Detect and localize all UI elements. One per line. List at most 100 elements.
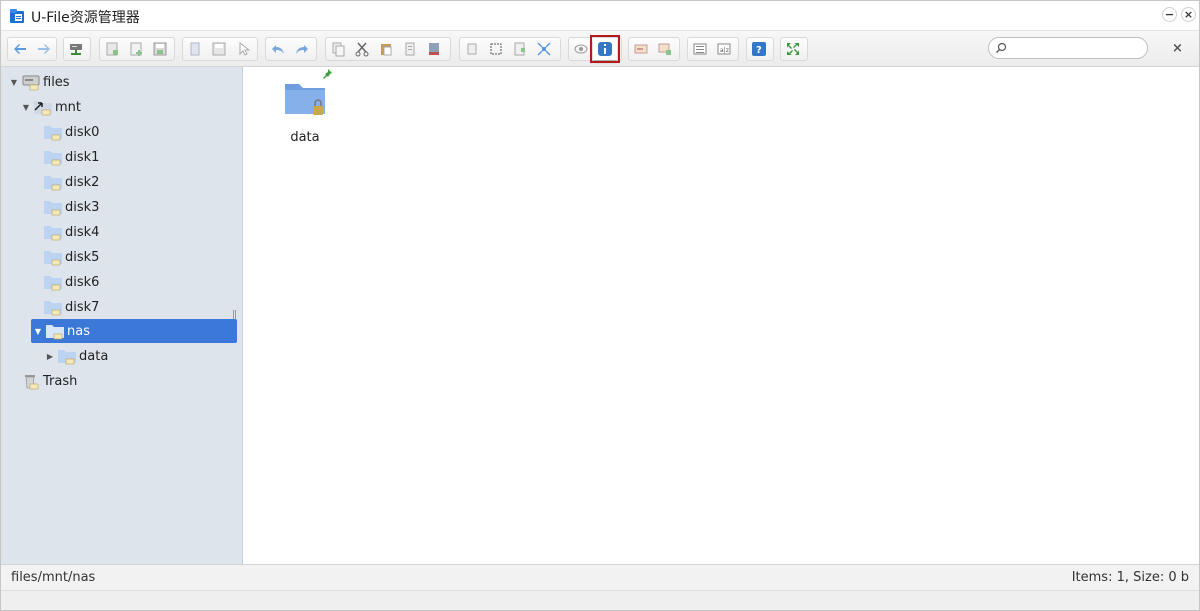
collapse-arrow-icon[interactable]: ▼ (33, 326, 43, 336)
select-button[interactable] (231, 38, 255, 60)
close-icon: × (1183, 8, 1194, 21)
delete-button[interactable] (422, 38, 446, 60)
tree-item-label: disk5 (65, 249, 100, 265)
deselect-button[interactable] (484, 38, 508, 60)
tree-item-disk3[interactable]: disk3 (43, 195, 99, 219)
cut-button[interactable] (350, 38, 374, 60)
paste-icon (381, 44, 392, 56)
app-icon (10, 9, 24, 23)
preview-button[interactable] (569, 38, 593, 60)
tree-item-disk2[interactable]: disk2 (43, 170, 99, 194)
select-all-button[interactable] (460, 38, 484, 60)
tree-item-disk1[interactable]: disk1 (43, 145, 99, 169)
expand-arrow-icon[interactable]: ▶ (45, 351, 55, 361)
collapse-arrow-icon[interactable]: ▼ (9, 77, 19, 87)
save-button[interactable] (148, 38, 172, 60)
fullscreen-group (780, 37, 808, 61)
redo-button[interactable] (290, 38, 314, 60)
undo-icon (272, 45, 284, 54)
search-box[interactable] (988, 37, 1148, 59)
info-button[interactable] (590, 35, 620, 63)
selection-group (459, 37, 561, 61)
tree-item-label: data (79, 348, 109, 364)
net-drive-icon (70, 44, 82, 55)
sort-button[interactable]: a|z (712, 38, 736, 60)
view-info-group (568, 35, 622, 63)
layout-group: a|z (687, 37, 739, 61)
open-button[interactable] (183, 38, 207, 60)
tree-item-files[interactable]: ▼ files (9, 70, 70, 94)
folder-icon (43, 198, 63, 216)
clear-search-icon[interactable]: × (1172, 41, 1183, 56)
tree-item-disk0[interactable]: disk0 (43, 120, 99, 144)
help-button[interactable]: ? (747, 38, 771, 60)
file-item[interactable]: data (278, 69, 332, 145)
save-icon (153, 42, 167, 56)
title-bar: U-File资源管理器 − × (1, 1, 1199, 31)
window-title: U-File资源管理器 (31, 10, 140, 26)
search-icon (996, 42, 1007, 53)
invert-icon (514, 42, 525, 56)
folder-icon (43, 273, 63, 291)
file-view: data (243, 67, 1199, 564)
search-input[interactable] (1009, 40, 1139, 56)
deselect-icon (490, 43, 502, 55)
list-view-button[interactable] (688, 38, 712, 60)
duplicate-icon (405, 42, 415, 56)
forward-button[interactable] (32, 38, 56, 60)
tree-item-data[interactable]: ▶ data (45, 344, 108, 368)
extract-button[interactable] (532, 38, 556, 60)
tree-item-trash[interactable]: Trash (21, 369, 77, 393)
tree-item-label: disk2 (65, 174, 100, 190)
paste-button[interactable] (374, 38, 398, 60)
tree-item-disk4[interactable]: disk4 (43, 220, 99, 244)
edit-icon (658, 43, 671, 55)
tree-item-label: Trash (43, 373, 78, 389)
tree-item-label: files (43, 74, 70, 90)
tree-item-nas[interactable]: ▼ nas (31, 319, 237, 343)
new-file-button[interactable] (124, 38, 148, 60)
back-button[interactable] (8, 38, 32, 60)
minimize-button[interactable]: − (1162, 7, 1177, 22)
trash-icon (21, 372, 41, 390)
fullscreen-icon (787, 43, 799, 55)
tree-item-label: disk0 (65, 124, 100, 140)
extract-icon (537, 42, 551, 56)
tree-item-label: disk6 (65, 274, 100, 290)
history-group (265, 37, 317, 61)
tree-item-mnt[interactable]: ▼ mnt (21, 95, 81, 119)
copy-button[interactable] (326, 38, 350, 60)
invert-button[interactable] (508, 38, 532, 60)
list-view-icon (693, 43, 707, 55)
help-group: ? (746, 37, 774, 61)
tree-item-label: mnt (55, 99, 81, 115)
status-info: Items: 1, Size: 0 b (1071, 570, 1189, 585)
net-drive-button[interactable] (64, 38, 88, 60)
folder-icon (43, 298, 63, 316)
folder-icon (43, 223, 63, 241)
open-icon (190, 42, 200, 56)
tree-item-label: disk3 (65, 199, 100, 215)
collapse-arrow-icon[interactable]: ▼ (21, 102, 31, 112)
rename-button[interactable] (629, 38, 653, 60)
save-as-button[interactable] (207, 38, 231, 60)
close-button[interactable]: × (1181, 7, 1196, 22)
tree-item-disk5[interactable]: disk5 (43, 245, 99, 269)
info-icon (598, 42, 612, 56)
new-folder-icon (106, 42, 118, 56)
edit-button[interactable] (653, 38, 677, 60)
undo-button[interactable] (266, 38, 290, 60)
folder-icon (45, 322, 65, 340)
new-folder-button[interactable] (100, 38, 124, 60)
folder-icon (43, 148, 63, 166)
duplicate-button[interactable] (398, 38, 422, 60)
folder-icon (43, 123, 63, 141)
cut-icon (355, 42, 369, 57)
tree-item-label: nas (67, 323, 90, 339)
fullscreen-button[interactable] (781, 38, 805, 60)
tree-item-disk6[interactable]: disk6 (43, 270, 99, 294)
folder-icon (43, 173, 63, 191)
tree-item-label: disk4 (65, 224, 100, 240)
file-name: data (290, 130, 320, 145)
tree-item-disk7[interactable]: disk7 (43, 295, 99, 319)
